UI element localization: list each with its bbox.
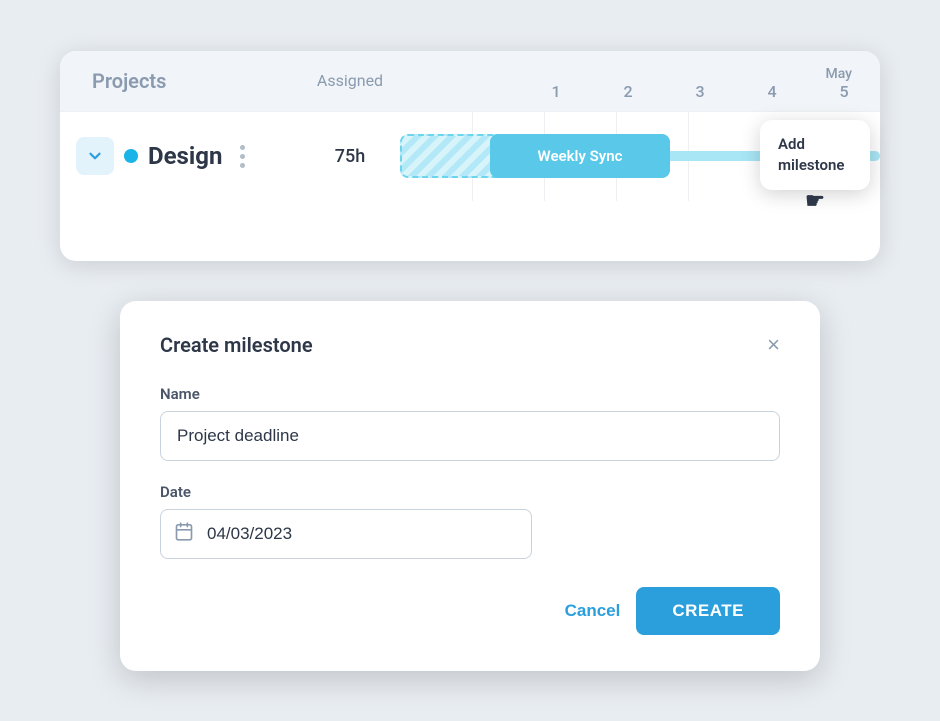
calendar-icon <box>174 521 194 546</box>
gantt-row-design: Design 75h Weekly Sync <box>60 111 880 201</box>
kebab-dot-2 <box>240 154 245 159</box>
gantt-day-4: 4 <box>736 82 808 101</box>
tooltip-line2: milestone <box>778 155 852 176</box>
cancel-button[interactable]: Cancel <box>565 601 621 621</box>
project-name: Design <box>148 142 222 170</box>
date-input[interactable] <box>160 509 532 559</box>
modal-close-button[interactable]: × <box>767 334 780 356</box>
gantt-day-2: 2 <box>592 82 664 101</box>
kebab-dot-3 <box>240 163 245 168</box>
date-label: Date <box>160 483 780 501</box>
kebab-menu-button[interactable] <box>236 141 249 172</box>
gantt-projects-label: Projects <box>60 69 300 93</box>
gantt-hours: 75h <box>300 146 400 167</box>
gantt-row-left: Design <box>60 137 300 175</box>
gantt-days-row: 1 2 3 4 5 <box>400 82 880 101</box>
name-label: Name <box>160 385 780 403</box>
modal-header: Create milestone × <box>160 333 780 357</box>
gantt-bar-label: Weekly Sync <box>538 147 623 165</box>
add-milestone-tooltip[interactable]: Add milestone ☛ <box>760 120 870 190</box>
chevron-down-icon <box>86 147 104 165</box>
gantt-bar-solid: Weekly Sync <box>490 134 670 178</box>
name-input[interactable] <box>160 411 780 461</box>
gantt-month-label: May <box>825 66 852 82</box>
gantt-card: Projects Assigned May 1 2 3 4 5 <box>60 51 880 261</box>
tooltip-line1: Add <box>778 134 852 155</box>
gantt-timeline: Weekly Sync Add milestone ☛ <box>400 112 880 201</box>
gantt-day-3: 3 <box>664 82 736 101</box>
modal-footer: Cancel CREATE <box>160 587 780 635</box>
gantt-day-5: 5 <box>808 82 880 101</box>
gantt-day-1: 1 <box>520 82 592 101</box>
kebab-dot-1 <box>240 145 245 150</box>
create-milestone-modal: Create milestone × Name Date Cancel CREA… <box>120 301 820 671</box>
create-button[interactable]: CREATE <box>636 587 780 635</box>
gantt-assigned-label: Assigned <box>300 71 400 90</box>
cursor-icon: ☛ <box>805 187 825 218</box>
expand-button[interactable] <box>76 137 114 175</box>
status-dot <box>124 149 138 163</box>
gantt-days-header: May 1 2 3 4 5 <box>400 60 880 101</box>
gantt-header: Projects Assigned May 1 2 3 4 5 <box>60 51 880 111</box>
modal-title: Create milestone <box>160 333 313 357</box>
date-input-wrapper <box>160 509 780 559</box>
